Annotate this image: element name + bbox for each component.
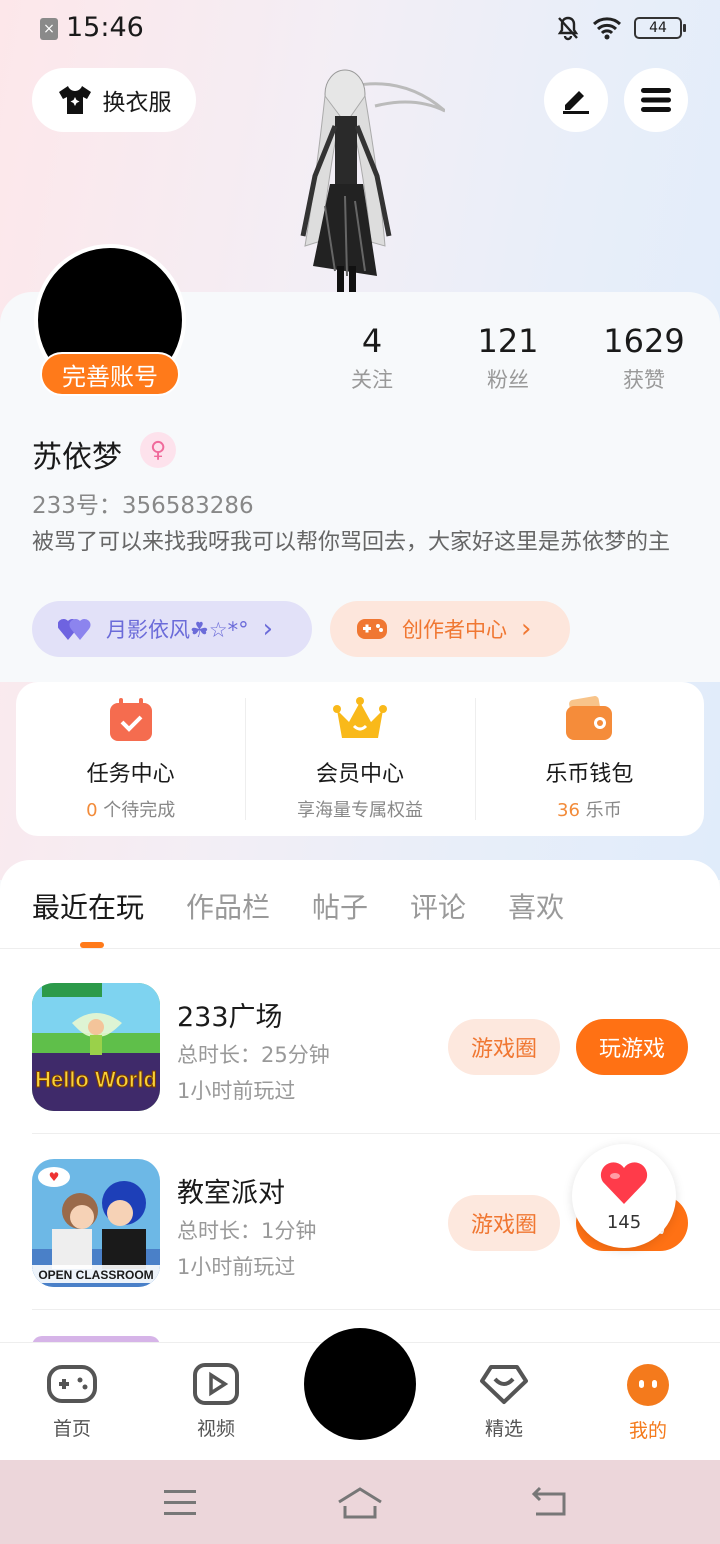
stat-value: 121 (477, 322, 539, 360)
play-game-button[interactable]: 玩游戏 (576, 1019, 688, 1075)
calendar-check-icon (109, 698, 152, 741)
stat-likes[interactable]: 1629 获赞 (574, 322, 714, 394)
nav-home[interactable]: 首页 (22, 1363, 122, 1441)
double-heart-icon (58, 618, 91, 640)
creator-center-button[interactable]: 创作者中心 › (330, 601, 570, 657)
user-bio: 被骂了可以来找我呀我可以帮你骂回去，大家好这里是苏依梦的主 (32, 530, 671, 555)
pen-icon (563, 91, 589, 114)
character-avatar-figure[interactable] (285, 66, 445, 294)
change-outfit-label: 换衣服 (102, 90, 172, 116)
menu-button[interactable] (624, 68, 688, 132)
game-circle-button[interactable]: 游戏圈 (448, 1019, 560, 1075)
game-last-played: 1小时前玩过 (177, 1079, 296, 1103)
tshirt-icon (58, 86, 91, 114)
nav-label: 视频 (196, 1418, 235, 1440)
heart-shield-icon (480, 1365, 528, 1404)
chevron-right-icon: › (521, 614, 532, 644)
username: 苏依梦 (32, 440, 122, 475)
pending-count: 0 (86, 800, 98, 821)
quick-actions-panel: 任务中心 0 个待完成 会员中心 享海量专属权益 乐币钱包 36 乐币 (16, 682, 704, 836)
nav-label: 首页 (52, 1418, 91, 1440)
nav-label: 我的 (628, 1420, 667, 1442)
recent-apps-icon[interactable] (162, 1486, 198, 1518)
status-bar: × 15:46 44 (0, 0, 720, 56)
stat-following[interactable]: 4 关注 (302, 322, 442, 394)
tab-works[interactable]: 作品栏 (186, 886, 270, 926)
notification-close-icon: × (40, 18, 58, 40)
back-icon[interactable] (530, 1486, 568, 1518)
heart-icon (600, 1162, 648, 1204)
profile-tabs: 最近在玩 作品栏 帖子 评论 喜欢 (32, 886, 564, 926)
tab-likes[interactable]: 喜欢 (508, 886, 564, 926)
nav-label: 精选 (484, 1418, 523, 1440)
svg-text:♥: ♥ (49, 1170, 60, 1184)
like-count: 145 (606, 1212, 642, 1233)
center-action-button[interactable] (304, 1328, 416, 1440)
complete-account-button[interactable]: 完善账号 (40, 352, 180, 396)
quick-sub: 享海量专属权益 (296, 800, 423, 821)
stat-label: 粉丝 (487, 368, 529, 392)
game-name: 233广场 (177, 1002, 283, 1033)
creator-center-label: 创作者中心 (402, 618, 507, 642)
gamepad-icon (47, 1365, 97, 1403)
battery-indicator: 44 (634, 17, 686, 39)
bell-off-icon (557, 16, 579, 41)
nav-video[interactable]: 视频 (166, 1363, 266, 1441)
menu-icon (641, 88, 671, 112)
divider (32, 1309, 720, 1310)
game-duration: 总时长：25分钟 (177, 1043, 330, 1067)
profile-face-icon (627, 1364, 669, 1406)
game-icon[interactable]: Hello World (32, 983, 160, 1111)
coin-count: 36 (557, 800, 580, 821)
game-last-played: 1小时前玩过 (177, 1255, 296, 1279)
video-play-icon (193, 1363, 239, 1405)
tab-recently-played[interactable]: 最近在玩 (32, 886, 144, 926)
game-name: 教室派对 (177, 1178, 285, 1209)
list-item[interactable]: Hello World 233广场 总时长：25分钟 1小时前玩过 游戏圈 玩游… (32, 983, 720, 1159)
crown-icon (332, 697, 387, 738)
system-navigation-bar (0, 1460, 720, 1544)
vip-center-entry[interactable]: 会员中心 享海量专属权益 (245, 682, 474, 836)
quick-title: 乐币钱包 (545, 762, 634, 787)
change-outfit-button[interactable]: 换衣服 (32, 68, 196, 132)
wallet-icon (566, 696, 613, 740)
quick-sub: 乐币 (579, 800, 622, 821)
home-icon[interactable] (336, 1486, 384, 1520)
tab-posts[interactable]: 帖子 (312, 886, 368, 926)
game-icon-text: OPEN CLASSROOM (38, 1268, 153, 1282)
edit-profile-button[interactable] (544, 68, 608, 132)
quick-sub: 个待完成 (97, 800, 176, 821)
game-duration: 总时长：1分钟 (177, 1219, 317, 1243)
wifi-icon (592, 17, 622, 40)
status-time: 15:46 (66, 12, 144, 43)
game-icon[interactable]: ♥ OPEN CLASSROOM (32, 1159, 160, 1287)
stat-fans[interactable]: 121 粉丝 (438, 322, 578, 394)
floating-like-button[interactable]: 145 (572, 1144, 676, 1248)
game-icon-text: Hello World (35, 1067, 157, 1092)
stat-label: 获赞 (623, 368, 665, 392)
nav-featured[interactable]: 精选 (454, 1363, 554, 1441)
wallet-entry[interactable]: 乐币钱包 36 乐币 (474, 682, 704, 836)
stat-value: 1629 (603, 322, 685, 360)
friend-tag-button[interactable]: 月影依风☘☆*° › (32, 601, 312, 657)
stat-label: 关注 (351, 368, 393, 392)
gamepad-orange-icon (357, 619, 387, 639)
stat-value: 4 (361, 322, 383, 360)
divider (32, 1133, 720, 1134)
quick-title: 会员中心 (315, 762, 404, 787)
friend-tag-label: 月影依风☘☆*° (106, 618, 249, 642)
tab-comments[interactable]: 评论 (410, 886, 466, 926)
user-id: 233号：356583286 (32, 493, 254, 519)
task-center-entry[interactable]: 任务中心 0 个待完成 (16, 682, 245, 836)
quick-title: 任务中心 (86, 762, 175, 787)
game-circle-button[interactable]: 游戏圈 (448, 1195, 560, 1251)
female-icon: ♀ (140, 432, 176, 468)
chevron-right-icon: › (262, 614, 274, 644)
tabs-divider (0, 948, 720, 949)
nav-me[interactable]: 我的 (598, 1363, 698, 1443)
